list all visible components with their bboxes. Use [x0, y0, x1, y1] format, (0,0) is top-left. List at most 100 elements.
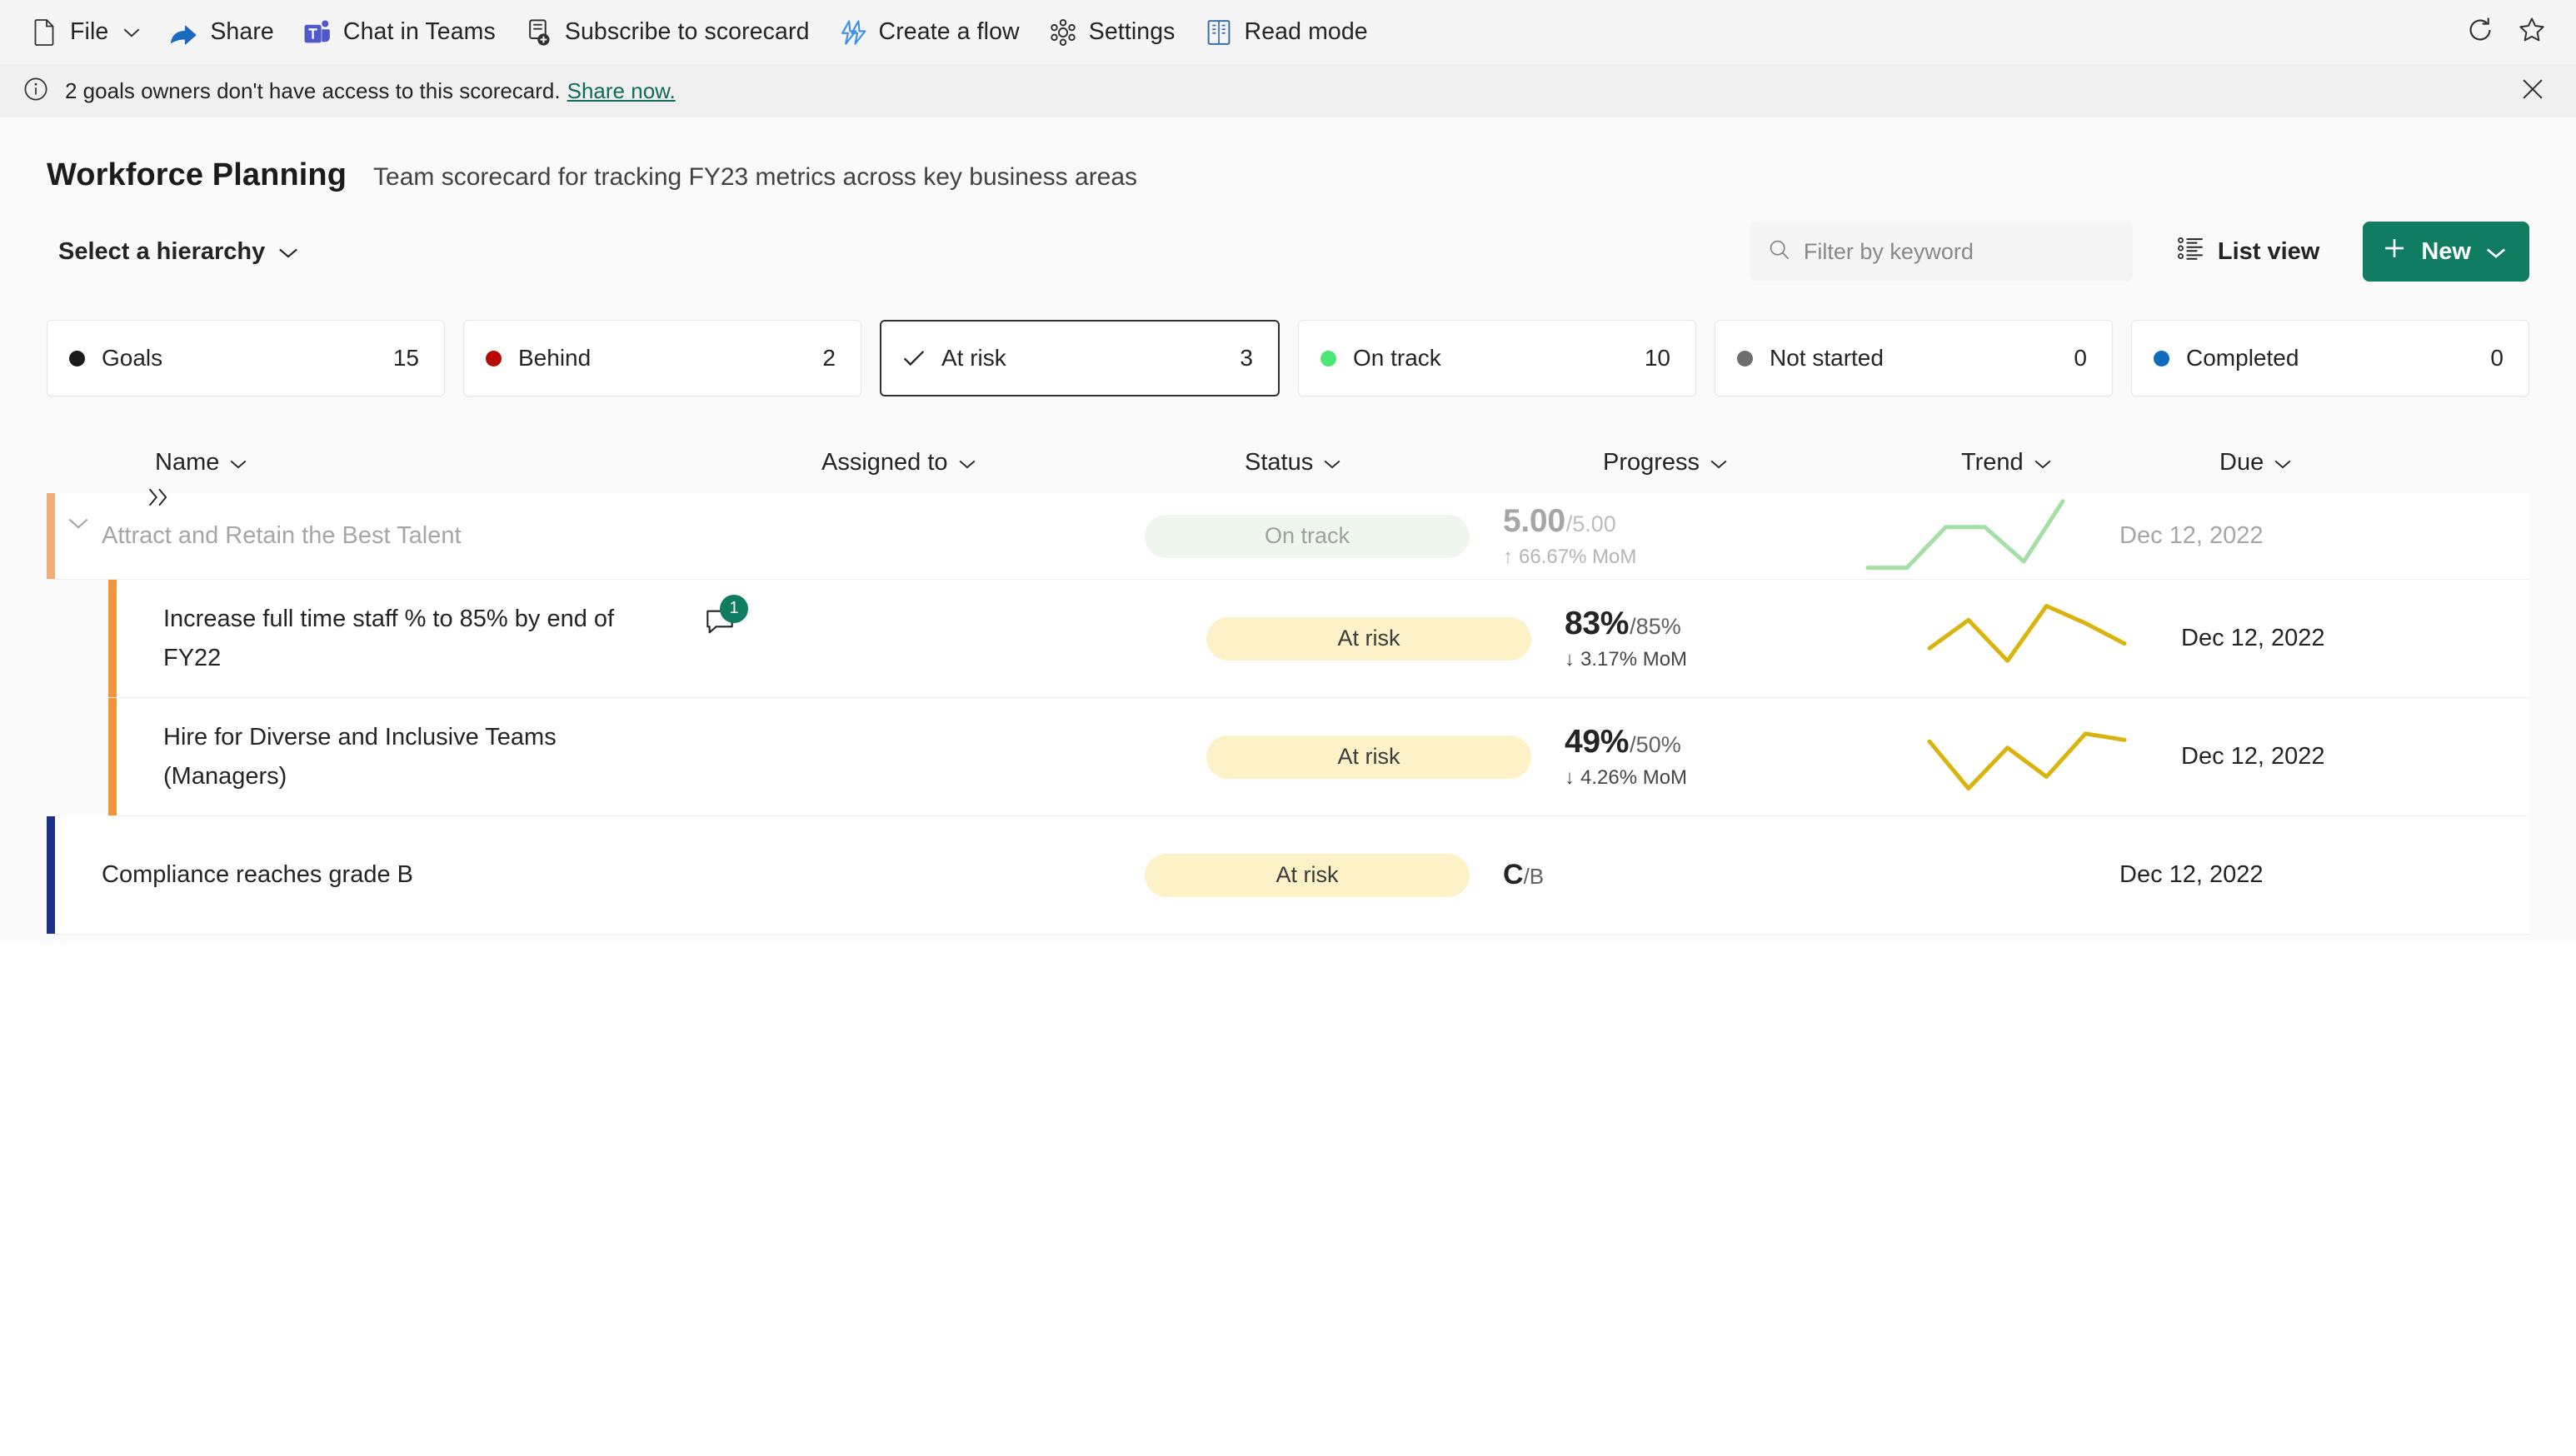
status-pill-not-started[interactable]: Not started 0 [1715, 320, 2113, 396]
favorite-star-icon [2518, 16, 2546, 48]
status-badge[interactable]: On track [1145, 514, 1470, 558]
cell-name: Hire for Diverse and Inclusive Teams (Ma… [117, 718, 783, 796]
status-pill-count: 0 [2490, 345, 2504, 371]
command-share[interactable]: Share [155, 7, 288, 58]
progress-current: 83% [1565, 606, 1630, 641]
refresh-button[interactable] [2454, 7, 2506, 58]
chevron-down-icon [2034, 449, 2052, 476]
table-row[interactable]: Attract and Retain the Best Talent On tra… [47, 493, 2529, 580]
chevron-down-icon [278, 238, 298, 266]
chevron-down-icon [958, 449, 976, 476]
cell-progress[interactable]: 83%/85% ↓ 3.17% MoM [1565, 606, 1923, 671]
status-pill-on-track[interactable]: On track 10 [1298, 320, 1696, 396]
column-header-assigned-to-label: Assigned to [821, 448, 948, 476]
cell-status[interactable]: At risk [1206, 616, 1565, 661]
row-content: Increase full time staff % to 85% by end… [117, 580, 2529, 697]
status-badge[interactable]: At risk [1206, 616, 1531, 661]
status-pill-completed[interactable]: Completed 0 [2131, 320, 2529, 396]
refresh-icon [2466, 16, 2494, 48]
hierarchy-selector[interactable]: Select a hierarchy [47, 228, 312, 276]
expand-all-button[interactable] [147, 486, 172, 512]
read-mode-icon [1204, 17, 1234, 47]
cell-due[interactable]: Dec 12, 2022 [2181, 625, 2431, 652]
cell-status[interactable]: At risk [1206, 735, 1565, 779]
progress-current: 49% [1565, 724, 1630, 760]
status-pill-behind[interactable]: Behind 2 [463, 320, 861, 396]
column-header-progress[interactable]: Progress [1595, 444, 1953, 481]
due-date: Dec 12, 2022 [2119, 522, 2264, 549]
search-box[interactable] [1749, 222, 2133, 282]
comment-badge[interactable]: 1 [698, 594, 748, 643]
search-input[interactable] [1803, 238, 2114, 265]
table-row[interactable]: Compliance reaches grade B At risk C/B Dec … [47, 816, 2529, 935]
row-expand-toggle[interactable] [55, 516, 102, 530]
cell-due[interactable]: Dec 12, 2022 [2119, 861, 2369, 889]
goals-table: Name Assigned to Status Progress Trend D… [0, 431, 2576, 943]
table-row[interactable]: Hire for Diverse and Inclusive Teams (Ma… [108, 698, 2529, 816]
cell-due[interactable]: Dec 12, 2022 [2181, 743, 2431, 770]
progress-value: 5.00/5.00 [1503, 503, 1636, 540]
favorite-button[interactable] [2506, 7, 2558, 58]
command-settings[interactable]: Settings [1034, 7, 1190, 58]
progress-mom-text: 66.67% MoM [1519, 546, 1637, 568]
cell-progress[interactable]: 5.00/5.00 ↑ 66.67% MoM [1503, 503, 1861, 569]
progress-mom: ↓ 3.17% MoM [1565, 648, 1687, 671]
progress-cell-content: 5.00/5.00 ↑ 66.67% MoM [1503, 503, 1636, 569]
progress-mom-text: 4.26% MoM [1580, 766, 1688, 789]
name-wrap: Hire for Diverse and Inclusive Teams (Ma… [117, 718, 663, 796]
cell-status[interactable]: At risk [1145, 853, 1503, 897]
name-wrap: Compliance reaches grade B [55, 855, 413, 895]
status-badge[interactable]: At risk [1206, 735, 1531, 779]
new-button[interactable]: New [2363, 222, 2529, 282]
cell-progress[interactable]: C/B [1503, 859, 1861, 891]
due-date: Dec 12, 2022 [2119, 861, 2264, 888]
list-view-button[interactable]: List view [2163, 224, 2335, 279]
gear-icon [1048, 17, 1078, 47]
message-bar-text: 2 goals owners don't have access to this… [65, 78, 561, 103]
trend-sparkline [1865, 498, 2065, 570]
share-now-link[interactable]: Share now. [567, 78, 676, 104]
column-header-due-label: Due [2219, 448, 2264, 476]
status-pill-count: 3 [1240, 345, 1253, 371]
column-header-status[interactable]: Status [1236, 444, 1595, 481]
comment-count: 1 [720, 594, 748, 623]
command-subscribe-to-scorecard[interactable]: Subscribe to scorecard [510, 7, 824, 58]
page-header: Workforce Planning Team scorecard for tr… [0, 117, 2576, 282]
status-pill-at-risk[interactable]: At risk 3 [880, 320, 1280, 396]
cell-status[interactable]: On track [1145, 514, 1503, 558]
command-create-a-flow[interactable]: Create a flow [824, 7, 1034, 58]
command-read-mode[interactable]: Read mode [1190, 7, 1382, 58]
goal-name[interactable]: Compliance reaches grade B [102, 855, 413, 895]
progress-cell-content: C/B [1503, 859, 1544, 891]
column-header-name[interactable]: Name [147, 444, 813, 481]
status-badge[interactable]: At risk [1145, 853, 1470, 897]
plus-icon [2383, 237, 2406, 267]
status-filter-pills: Goals 15 Behind 2 At risk 3 On track 10 Not star… [0, 282, 2576, 431]
status-pill-goals[interactable]: Goals 15 [47, 320, 445, 396]
chevron-down-icon [2274, 449, 2292, 476]
column-header-trend[interactable]: Trend [1953, 444, 2211, 481]
table-row[interactable]: Increase full time staff % to 85% by end… [108, 580, 2529, 698]
progress-current: 5.00 [1503, 503, 1565, 539]
column-header-assigned-to[interactable]: Assigned to [813, 444, 1236, 481]
row-accent-bar [47, 493, 55, 579]
row-content: Attract and Retain the Best Talent On tra… [55, 493, 2529, 579]
status-pill-label: Behind [518, 345, 592, 371]
message-bar-close-button[interactable] [2511, 70, 2554, 113]
status-dot-behind [486, 350, 502, 366]
goal-name[interactable]: Attract and Retain the Best Talent [102, 516, 462, 556]
cell-due[interactable]: Dec 12, 2022 [2119, 522, 2369, 550]
command-chat-in-teams[interactable]: Chat in Teams [288, 7, 510, 58]
trend-up-arrow-icon: ↑ [1503, 546, 1513, 568]
file-icon [29, 17, 59, 47]
command-create-a-flow-label: Create a flow [878, 18, 1020, 45]
goal-name[interactable]: Increase full time staff % to 85% by end… [163, 600, 663, 678]
status-pill-count: 15 [392, 345, 419, 371]
column-header-due[interactable]: Due [2211, 444, 2461, 481]
row-content: Compliance reaches grade B At risk C/B Dec … [55, 816, 2529, 934]
due-date: Dec 12, 2022 [2181, 625, 2325, 651]
goal-name[interactable]: Hire for Diverse and Inclusive Teams (Ma… [163, 718, 663, 796]
status-pill-label: Goals [102, 345, 163, 371]
command-file[interactable]: File [15, 7, 155, 58]
cell-progress[interactable]: 49%/50% ↓ 4.26% MoM [1565, 724, 1923, 790]
